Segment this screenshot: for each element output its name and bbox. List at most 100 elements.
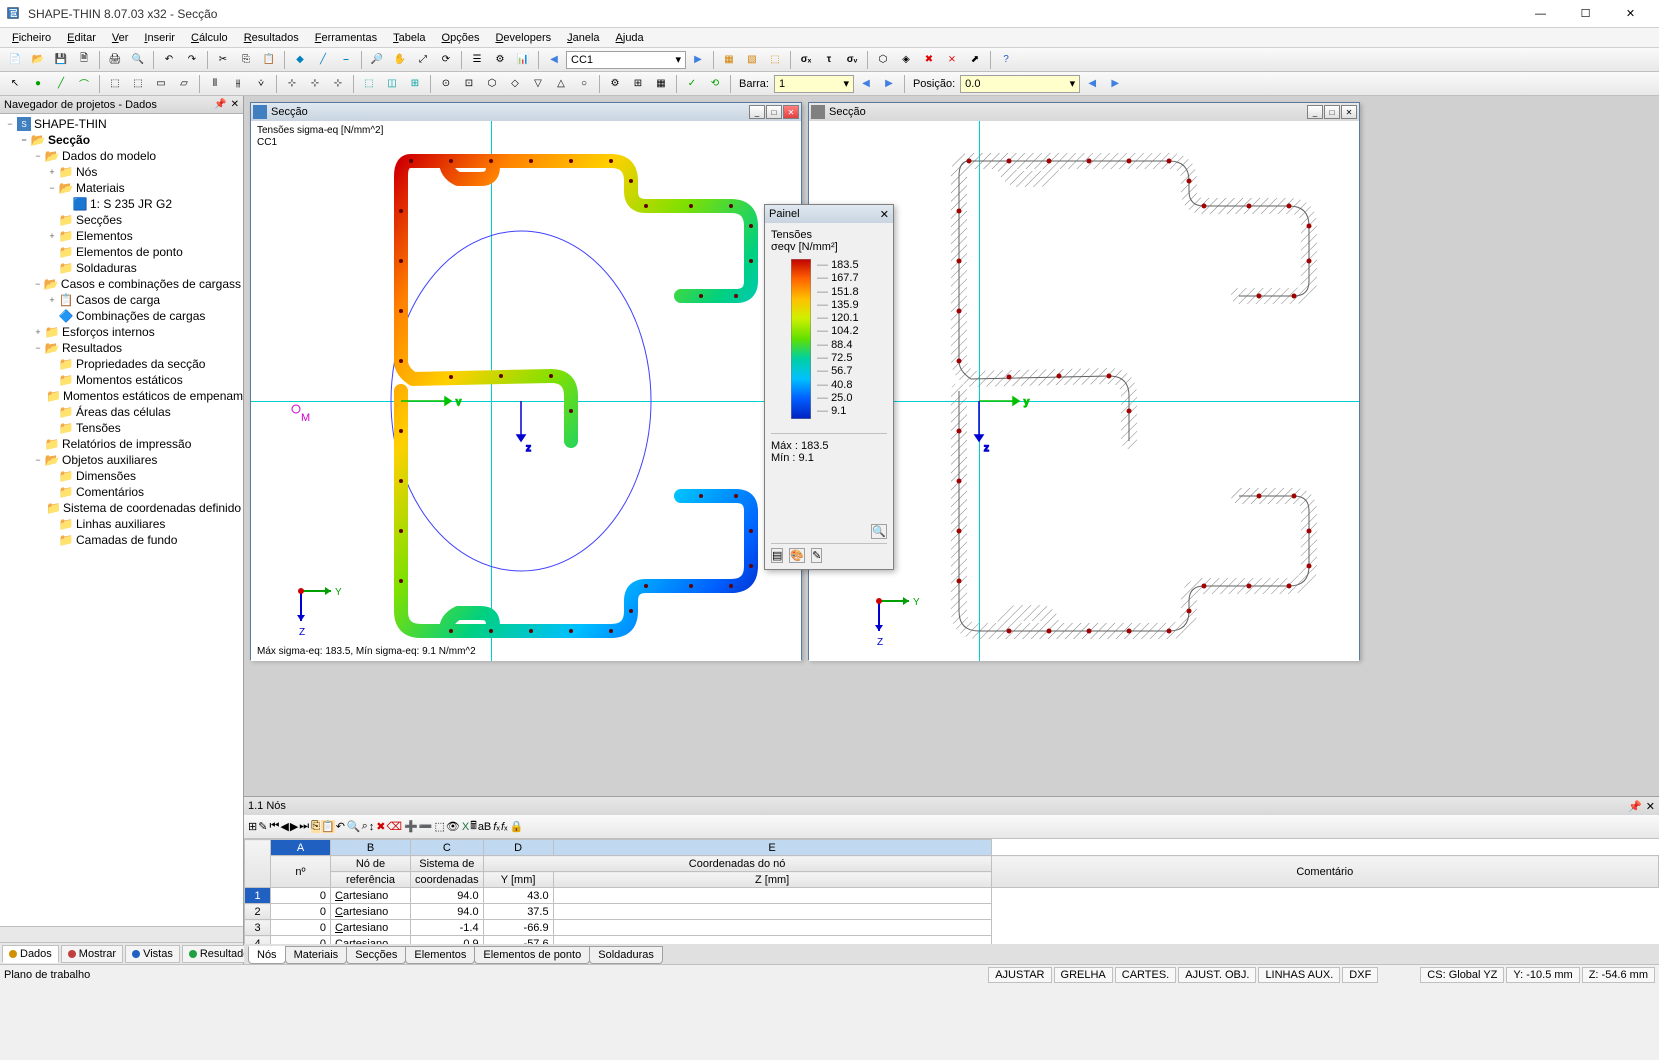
table-tab-elementos[interactable]: Elementos [405,946,475,964]
res1-icon[interactable]: ▦ [718,50,740,70]
edit2-icon[interactable]: ⬚ [127,74,149,94]
tree-item-1[interactable]: +📁Nós [2,164,241,180]
table-pin-icon[interactable]: 📌 [1628,800,1642,813]
tree-item-17[interactable]: 📁Tensões [2,420,241,436]
view1-icon[interactable]: ⬚ [358,74,380,94]
mdi2-min-icon[interactable]: _ [1307,105,1323,119]
menu-ficheiro[interactable]: Ficheiro [4,30,59,46]
tt-add-icon[interactable]: ➕ [404,820,418,833]
edit1-icon[interactable]: ⬚ [104,74,126,94]
res2-icon[interactable]: ▧ [741,50,763,70]
tt-find-icon[interactable]: 🔍 [347,820,361,833]
mdi1-titlebar[interactable]: Secção _ □ ✕ [251,103,801,121]
tt-txt-icon[interactable]: aB [478,821,491,833]
opt1-icon[interactable]: ⚙ [604,74,626,94]
tt-next-icon[interactable]: ▶ [290,820,298,833]
tt-fx-icon[interactable]: fₓ [493,821,500,833]
menu-editar[interactable]: Editar [59,30,104,46]
tree-item-14[interactable]: 📁Momentos estáticos [2,372,241,388]
snap6-icon[interactable]: △ [550,74,572,94]
status-btn-ajustar[interactable]: AJUSTAR [988,967,1051,983]
copy-icon[interactable]: ⎘ [235,50,257,70]
pos-next-icon[interactable]: ▶ [1104,74,1126,94]
mdi2-close-icon[interactable]: ✕ [1341,105,1357,119]
table-tab-secções[interactable]: Secções [346,946,406,964]
tool-e-icon[interactable]: ⬈ [964,50,986,70]
draw-line-icon[interactable]: ╱ [50,74,72,94]
view2-icon[interactable]: ◫ [381,74,403,94]
draw-node-icon[interactable]: ● [27,74,49,94]
save-icon[interactable]: 💾 [50,50,72,70]
redo-icon[interactable]: ↷ [181,50,203,70]
tree-item-5[interactable]: +📁Elementos [2,228,241,244]
maximize-button[interactable]: ☐ [1563,0,1608,28]
tree-item-20[interactable]: 📁Dimensões [2,468,241,484]
tree-item-4[interactable]: 📁Secções [2,212,241,228]
opt2-icon[interactable]: ⊞ [627,74,649,94]
barra-next-icon[interactable]: ▶ [878,74,900,94]
help-icon[interactable]: ? [995,50,1017,70]
tree-item-9[interactable]: +📋Casos de carga [2,292,241,308]
calc-icon[interactable]: ⚙ [489,50,511,70]
sel-arrow-icon[interactable]: ↖ [4,74,26,94]
nav-tab-mostrar[interactable]: Mostrar [61,945,123,963]
tt-view-icon[interactable]: 👁 [446,820,460,833]
table-icon[interactable]: ☰ [466,50,488,70]
move-icon[interactable]: ⤢ [412,50,434,70]
tree-item-8[interactable]: −📂Casos e combinações de cargass [2,276,241,292]
menu-ver[interactable]: Ver [104,30,137,46]
align3-icon[interactable]: ⩒ [250,74,272,94]
snap4-icon[interactable]: ◇ [504,74,526,94]
minimize-button[interactable]: — [1518,0,1563,28]
tau-icon[interactable]: τ [818,50,840,70]
snap2-icon[interactable]: ⊡ [458,74,480,94]
cs1-icon[interactable]: ⊹ [281,74,303,94]
painel-zoom-icon[interactable]: 🔍 [871,524,887,539]
tree-item-22[interactable]: 📁Sistema de coordenadas definido pelo ut… [2,500,241,516]
pos-prev-icon[interactable]: ◀ [1081,74,1103,94]
tool-a-icon[interactable]: ⬡ [872,50,894,70]
tt-undo-icon[interactable]: ↶ [336,820,345,833]
menu-ajuda[interactable]: Ajuda [608,30,652,46]
tree-item-11[interactable]: +📁Esforços internos [2,324,241,340]
tree-item-10[interactable]: 🔷Combinações de cargas [2,308,241,324]
nav-tab-dados[interactable]: Dados [2,945,59,963]
tree-item-19[interactable]: −📂Objetos auxiliares [2,452,241,468]
view3-icon[interactable]: ⊞ [404,74,426,94]
menu-inserir[interactable]: Inserir [136,30,183,46]
posicao-combo[interactable]: 0.0▾ [960,75,1080,93]
mdi1-viewport[interactable]: Tensões sigma-eq [N/mm^2] CC1 [251,121,801,661]
table-row[interactable]: 20Cartesiano94.037.5 [245,904,1659,920]
undo-icon[interactable]: ↶ [158,50,180,70]
tt-edit-icon[interactable]: ✎ [258,820,267,833]
tt-paste-icon[interactable]: 📋 [321,820,335,833]
tree-item-15[interactable]: 📁Momentos estáticos de empenamento [2,388,241,404]
opt3-icon[interactable]: ▦ [650,74,672,94]
tree-item-23[interactable]: 📁Linhas auxiliares [2,516,241,532]
barra-prev-icon[interactable]: ◀ [855,74,877,94]
status-btn-dxf[interactable]: DXF [1342,967,1378,983]
cut-icon[interactable]: ✂ [212,50,234,70]
open-icon[interactable]: 📂 [27,50,49,70]
rotate-icon[interactable]: ⟳ [435,50,457,70]
navigator-scrollbar[interactable] [0,926,243,942]
painel-titlebar[interactable]: Painel ✕ [765,205,893,223]
menu-resultados[interactable]: Resultados [236,30,307,46]
table-tab-nós[interactable]: Nós [248,946,286,964]
print-icon[interactable]: 🖨 [104,50,126,70]
cs3-icon[interactable]: ⊹ [327,74,349,94]
status-btn-linhasaux[interactable]: LINHAS AUX. [1258,967,1340,983]
sigma-x-icon[interactable]: σₓ [795,50,817,70]
tog1-icon[interactable]: ✓ [681,74,703,94]
navigator-close-icon[interactable]: ✕ [231,99,239,110]
table-row[interactable]: 40Cartesiano0.9-57.6 [245,936,1659,945]
tool-b-icon[interactable]: ◈ [895,50,917,70]
table-close-icon[interactable]: ✕ [1646,800,1655,813]
report-icon[interactable]: 📊 [512,50,534,70]
tree-item-0[interactable]: −📂Dados do modelo [2,148,241,164]
tt-pick-icon[interactable]: ⬚ [434,820,444,833]
snap1-icon[interactable]: ⊙ [435,74,457,94]
tt-lock-icon[interactable]: 🔒 [510,820,524,833]
table-grid[interactable]: A B C D E nº Nó de Sistema de Coordenada… [244,839,1659,944]
cs2-icon[interactable]: ⊹ [304,74,326,94]
